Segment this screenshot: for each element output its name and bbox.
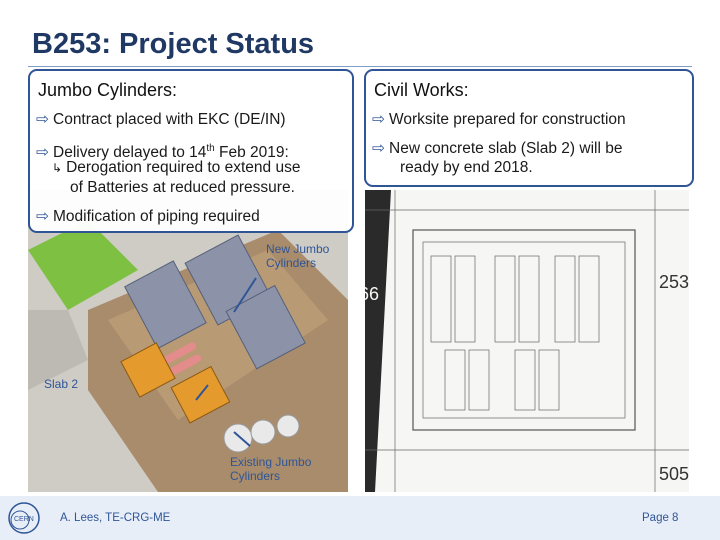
sub-bullet-batteries: of Batteries at reduced pressure.: [70, 179, 295, 196]
bullet-delivery-sup: th: [206, 143, 215, 154]
callout-slab: Slab 2: [44, 377, 79, 391]
page-title: B253: Project Status: [32, 28, 315, 60]
civil-works-heading: Civil Works:: [374, 80, 469, 100]
civil-works-panel: Civil Works: ⇨ Worksite prepared for cons…: [364, 69, 694, 187]
bullet-contract-text: Contract placed with EKC (DE/IN): [53, 111, 286, 128]
site-render-image: [28, 190, 348, 492]
callout-existing-line2: Cylinders: [230, 469, 281, 483]
bullet-slab: ⇨ New concrete slab (Slab 2) will be: [372, 139, 622, 158]
bullet-worksite: ⇨ Worksite prepared for construction: [372, 110, 626, 129]
bullet-contract: ⇨ Contract placed with EKC (DE/IN): [36, 110, 286, 129]
logo-text: CERN: [14, 516, 34, 523]
callout-existing-line1: Existing Jumbo: [230, 455, 312, 469]
sub-bullet-derogation: ↳ Derogation required to extend use: [52, 158, 300, 178]
return-arrow-icon: ↳: [52, 161, 63, 175]
plan-label-505: 505: [659, 464, 689, 484]
plan-label-253: 253: [659, 272, 689, 292]
sub-bullet-derogation-text: Derogation required to extend use: [66, 159, 301, 176]
jumbo-cylinders-panel: Jumbo Cylinders: ⇨ Contract placed with E…: [28, 69, 354, 233]
site-plan-drawing: 253 505 66: [365, 190, 689, 492]
arrow-right-outline-icon: ⇨: [372, 111, 385, 128]
callout-new-jumbo: New Jumbo Cylinders: [266, 242, 329, 270]
arrow-right-outline-icon: ⇨: [36, 208, 49, 225]
page-number: Page 8: [642, 512, 679, 524]
plan-label-66: 66: [365, 284, 379, 304]
bullet-slab-text: New concrete slab (Slab 2) will be: [389, 140, 623, 157]
callout-new-jumbo-line1: New Jumbo: [266, 242, 330, 256]
bullet-slab-text-cont: ready by end 2018.: [400, 159, 533, 176]
jumbo-cylinders-heading: Jumbo Cylinders:: [38, 80, 178, 100]
bullet-piping: ⇨ Modification of piping required: [36, 207, 260, 226]
arrow-right-outline-icon: ⇨: [36, 144, 49, 162]
footer-author: A. Lees, TE-CRG-ME: [60, 512, 171, 524]
arrow-right-outline-icon: ⇨: [36, 111, 49, 128]
bullet-worksite-text: Worksite prepared for construction: [389, 111, 626, 128]
bullet-piping-text: Modification of piping required: [53, 208, 260, 225]
cern-logo-icon: CERN: [8, 502, 40, 534]
arrow-right-outline-icon: ⇨: [372, 140, 385, 157]
title-divider: [28, 66, 692, 67]
callout-new-jumbo-line2: Cylinders: [266, 256, 317, 270]
callout-existing-jumbo: Existing Jumbo Cylinders: [230, 455, 311, 483]
